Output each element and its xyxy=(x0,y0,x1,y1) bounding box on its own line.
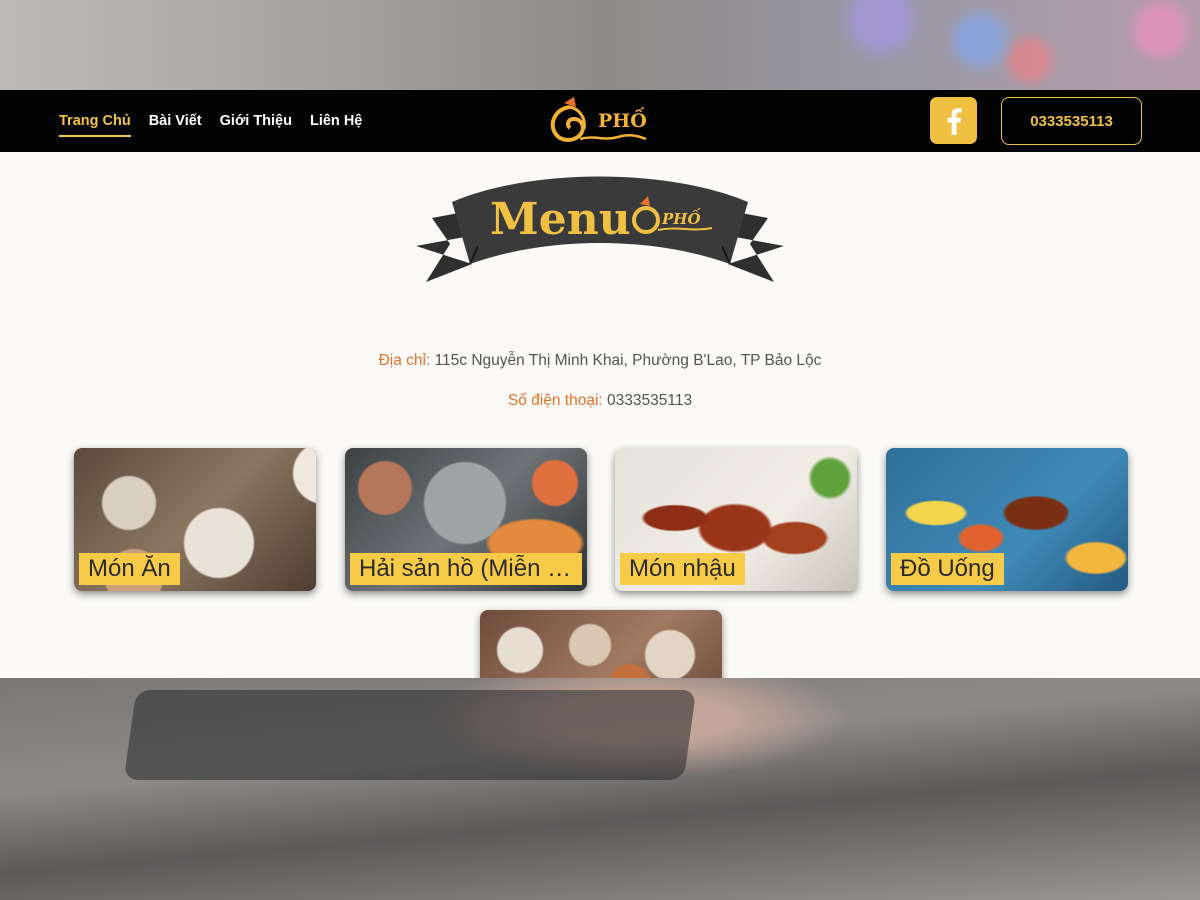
category-label: Đồ Uống xyxy=(891,553,1004,585)
svg-text:PHỐ: PHỐ xyxy=(598,107,647,132)
phone-value: 0333535113 xyxy=(607,392,693,409)
background-keyboard xyxy=(123,690,697,780)
background-photo-top xyxy=(0,0,1200,90)
phone-label: Số điện thoại: xyxy=(507,392,603,409)
svg-text:Menu: Menu xyxy=(490,194,631,245)
address-line: Địa chỉ: 115c Nguyễn Thị Minh Khai, Phườ… xyxy=(0,352,1200,370)
address-value: 115c Nguyễn Thị Minh Khai, Phường B'Lao,… xyxy=(434,352,822,369)
category-card-mon-nhau[interactable]: Món nhậu xyxy=(615,448,857,591)
address-label: Địa chỉ: xyxy=(378,352,431,369)
category-label: Món nhậu xyxy=(620,553,745,585)
category-label: Hải sản hồ (Miễn phí chế biến) xyxy=(350,553,582,585)
category-card-mon-an[interactable]: Món Ăn xyxy=(74,448,316,591)
nav-item-trang-chu[interactable]: Trang Chủ xyxy=(59,113,131,137)
category-image xyxy=(480,610,722,678)
phone-button[interactable]: 0333535113 xyxy=(1001,97,1142,145)
category-label: Món Ăn xyxy=(79,553,180,585)
nav-item-gioi-thieu[interactable]: Giới Thiệu xyxy=(220,113,292,137)
category-card-do-uong[interactable]: Đồ Uống xyxy=(886,448,1128,591)
main-nav: Trang Chủ Bài Viết Giới Thiệu Liên Hệ xyxy=(59,90,362,152)
site-logo[interactable]: PHỐ xyxy=(546,95,656,147)
nav-item-lien-he[interactable]: Liên Hệ xyxy=(310,113,362,137)
category-card-5[interactable] xyxy=(480,610,722,678)
facebook-icon xyxy=(947,107,961,135)
menu-banner: Menu PHỐ xyxy=(412,174,788,292)
svg-text:PHỐ: PHỐ xyxy=(661,208,701,228)
snail-logo-icon: PHỐ xyxy=(550,97,647,142)
category-card-hai-san[interactable]: Hải sản hồ (Miễn phí chế biến) xyxy=(345,448,587,591)
menu-section: Menu PHỐ Địa chỉ: 115c Nguyễn Thị Minh K… xyxy=(0,152,1200,678)
facebook-button[interactable] xyxy=(930,97,977,144)
nav-item-bai-viet[interactable]: Bài Viết xyxy=(149,113,202,137)
phone-line: Số điện thoại: 0333535113 xyxy=(0,392,1200,410)
